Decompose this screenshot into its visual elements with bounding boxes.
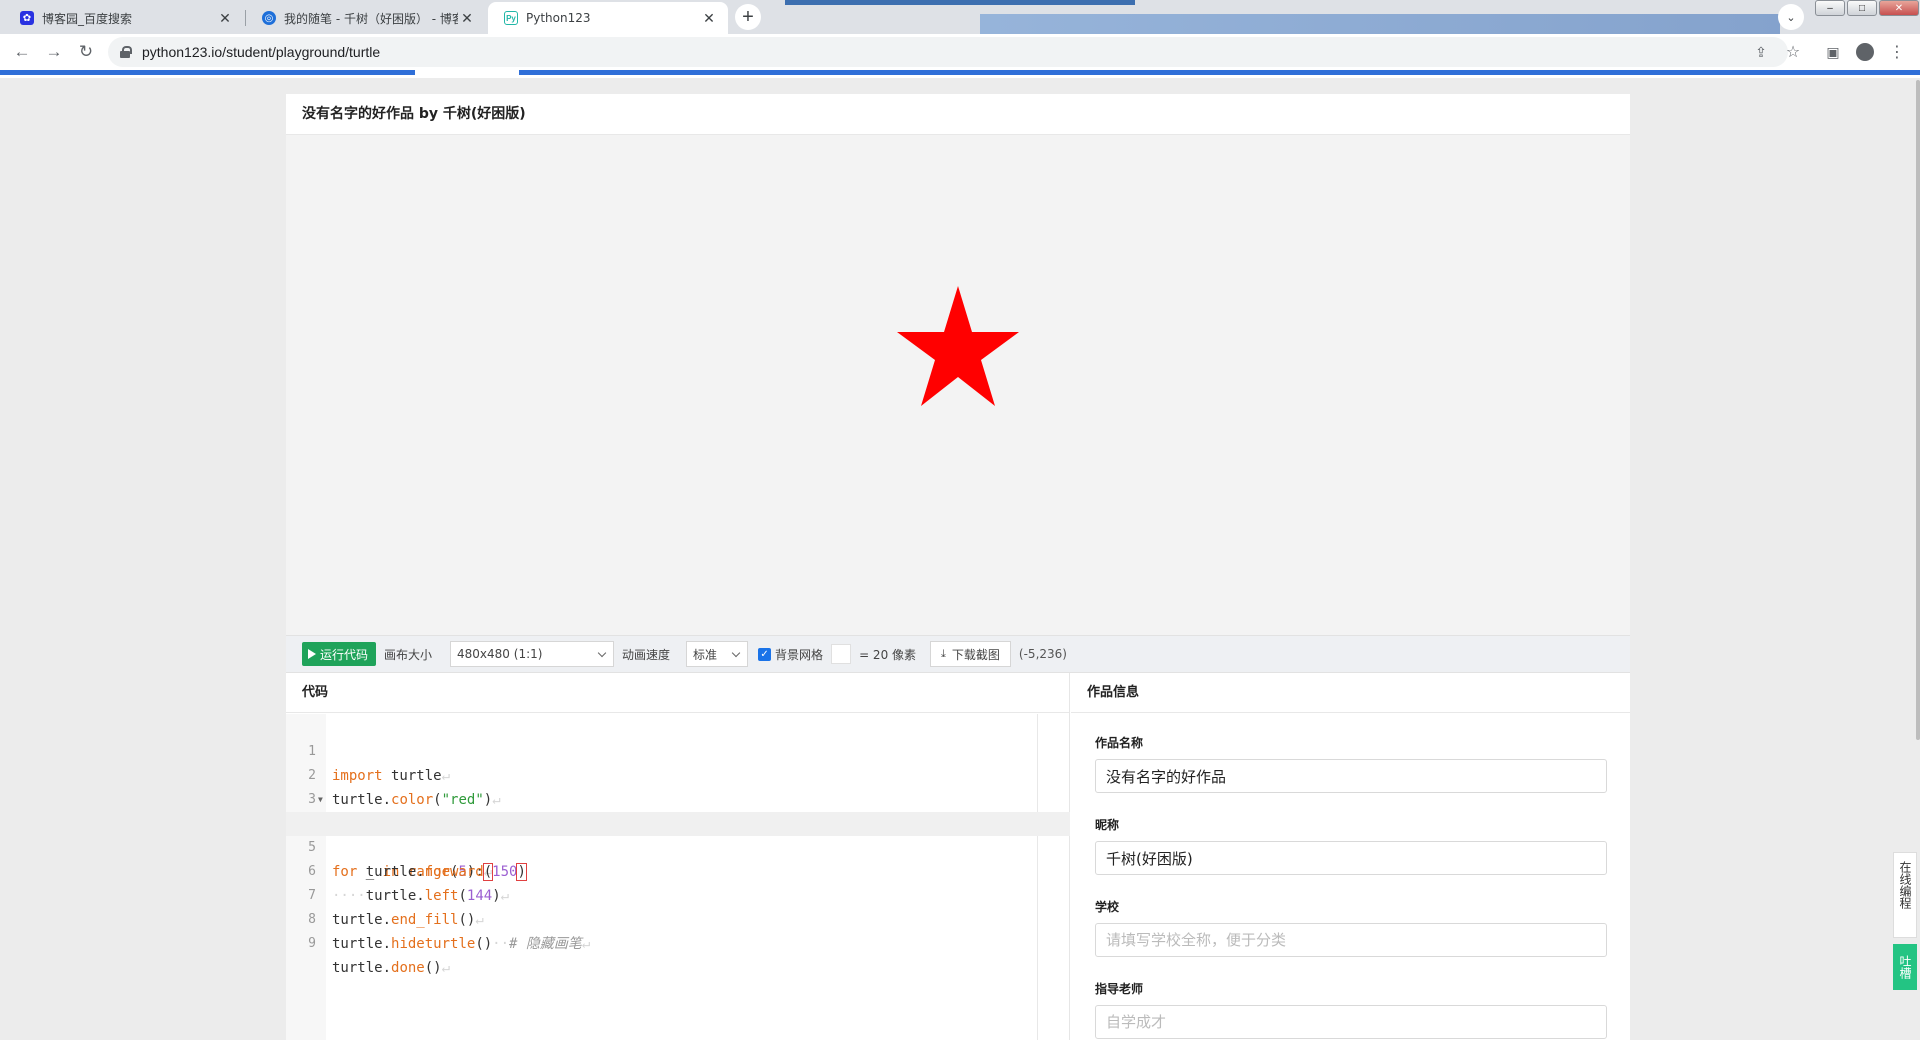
forward-arrow-icon[interactable]: →	[42, 40, 66, 64]
tab-title: 我的随笔 - 千树（好困版） - 博客园	[284, 11, 458, 26]
new-tab-button[interactable]: +	[735, 4, 761, 30]
work-name-input[interactable]	[1095, 759, 1607, 793]
feedback-button[interactable]: 吐槽	[1893, 944, 1917, 990]
code-line[interactable]: 3 turtle.begin_fill()↵	[286, 764, 1070, 832]
play-icon	[308, 649, 316, 659]
cursor-coordinates: (-5,236)	[1018, 647, 1067, 661]
teacher-label: 指导老师	[1095, 982, 1144, 996]
grid-size-input[interactable]	[831, 644, 852, 664]
canvas-size-value: 480x480 (1:1)	[457, 647, 543, 661]
browser-tab-python123[interactable]: Py Python123 ✕	[488, 2, 728, 34]
fold-arrow-icon[interactable]: ▼	[318, 788, 323, 812]
online-coding-button[interactable]: 在线编程	[1893, 852, 1917, 938]
nickname-input[interactable]	[1095, 841, 1607, 875]
close-icon[interactable]: ✕	[700, 9, 718, 27]
progress-segment	[0, 70, 415, 75]
python123-icon: Py	[504, 11, 518, 25]
close-icon[interactable]: ✕	[216, 9, 234, 27]
window-close-button[interactable]: ✕	[1879, 0, 1919, 16]
progress-segment	[519, 70, 1920, 75]
school-input[interactable]	[1095, 923, 1607, 957]
chevron-down-icon	[731, 648, 741, 658]
tab-search-button[interactable]: ⌄	[1778, 4, 1804, 30]
profile-avatar-icon[interactable]	[1854, 41, 1876, 63]
grid-checkbox[interactable]: ✓	[758, 647, 772, 661]
code-editor[interactable]: 1 import turtle↵ 2 turtle.color("red")↵ …	[286, 716, 1070, 976]
speed-value: 标准	[693, 647, 718, 662]
code-panel-title: 代码	[286, 673, 1069, 713]
work-info-panel: 作品信息 作品名称 昵称 学校 指导老师	[1071, 673, 1630, 1040]
speed-select[interactable]: 标准	[686, 641, 749, 667]
window-decoration	[980, 14, 1780, 34]
code-line[interactable]: 4 ▼ for _ in range(5):↵	[286, 788, 1070, 880]
canvas-toolbar: 运行代码 画布大小 480x480 (1:1) 动画速度 标准 ✓ 背景网格 =…	[286, 635, 1630, 673]
browser-toolbar: ← → ↻ python123.io/student/playground/tu…	[0, 34, 1920, 70]
info-panel-title: 作品信息	[1071, 673, 1630, 713]
loading-progress	[0, 70, 1920, 78]
work-title: 没有名字的好作品 by 千树(好困版)	[302, 106, 526, 122]
window-controls: – □ ✕	[1815, 0, 1920, 18]
share-icon[interactable]: ⇪	[1750, 41, 1772, 63]
lock-icon	[120, 46, 132, 58]
playground-card: 没有名字的好作品 by 千树(好困版) 运行代码 画布大小 480x480 (1…	[286, 94, 1630, 1040]
code-line[interactable]: 1 import turtle↵	[286, 716, 1070, 784]
more-menu-icon[interactable]: ⋮	[1886, 41, 1908, 63]
address-bar[interactable]: python123.io/student/playground/turtle	[108, 37, 1788, 67]
reload-icon[interactable]: ↻	[74, 40, 98, 64]
run-code-label: 运行代码	[320, 647, 369, 662]
tab-title: 博客园_百度搜索	[42, 11, 133, 26]
work-name-label: 作品名称	[1095, 736, 1144, 750]
cnblogs-icon: ◎	[262, 11, 276, 25]
pixel-suffix: = 20 像素	[859, 647, 917, 662]
download-label: 下载截图	[951, 647, 1000, 662]
speed-label: 动画速度	[622, 647, 671, 662]
back-arrow-icon[interactable]: ←	[10, 40, 34, 64]
baidu-paw-icon: ✿	[20, 11, 34, 25]
turtle-drawing	[897, 286, 1019, 406]
code-panel: 代码 1 import turtle↵ 2 turtle.color("red"…	[286, 673, 1070, 1040]
download-icon: ⤓	[941, 647, 946, 660]
side-panel-icon[interactable]: ▣	[1822, 41, 1844, 63]
code-line[interactable]: 8 turtle.hideturtle()··# 隐藏画笔↵	[286, 884, 1070, 952]
minimize-button[interactable]: –	[1815, 0, 1845, 16]
maximize-button[interactable]: □	[1847, 0, 1877, 16]
chevron-down-icon	[597, 648, 607, 658]
browser-tab-baidu[interactable]: ✿ 博客园_百度搜索 ✕	[4, 2, 244, 34]
browser-tab-bar: ✿ 博客园_百度搜索 ✕ ◎ 我的随笔 - 千树（好困版） - 博客园 ✕ Py…	[0, 0, 1920, 34]
run-code-button[interactable]: 运行代码	[302, 642, 377, 666]
tab-title: Python123	[526, 11, 591, 25]
window-decoration	[785, 0, 1135, 5]
teacher-input[interactable]	[1095, 1005, 1607, 1039]
side-widget: 在线编程 吐槽	[1893, 852, 1917, 990]
school-label: 学校	[1095, 900, 1120, 914]
nickname-label: 昵称	[1095, 818, 1120, 832]
page-scrollbar[interactable]	[1916, 80, 1920, 740]
download-screenshot-button[interactable]: ⤓ 下载截图	[930, 641, 1011, 667]
code-line[interactable]: 7 turtle.end_fill()↵	[286, 860, 1070, 928]
red-star-shape	[897, 286, 1019, 406]
code-line[interactable]: 9 turtle.done()↵	[286, 908, 1070, 976]
code-line[interactable]: 2 turtle.color("red")↵	[286, 740, 1070, 808]
turtle-canvas[interactable]	[286, 135, 1630, 635]
code-line-active[interactable]: 5 turtle.forward(150)	[286, 812, 1070, 881]
canvas-size-label: 画布大小	[384, 647, 433, 662]
code-line[interactable]: 6 ····turtle.left(144)↵	[286, 836, 1070, 904]
browser-tab-cnblogs[interactable]: ◎ 我的随笔 - 千树（好困版） - 博客园 ✕	[246, 2, 486, 34]
url-text: python123.io/student/playground/turtle	[142, 44, 381, 60]
grid-label: 背景网格	[775, 647, 824, 662]
close-icon[interactable]: ✕	[458, 9, 476, 27]
canvas-size-select[interactable]: 480x480 (1:1)	[450, 641, 615, 667]
bookmark-star-icon[interactable]: ☆	[1782, 41, 1804, 63]
line-number: 9	[308, 936, 316, 951]
